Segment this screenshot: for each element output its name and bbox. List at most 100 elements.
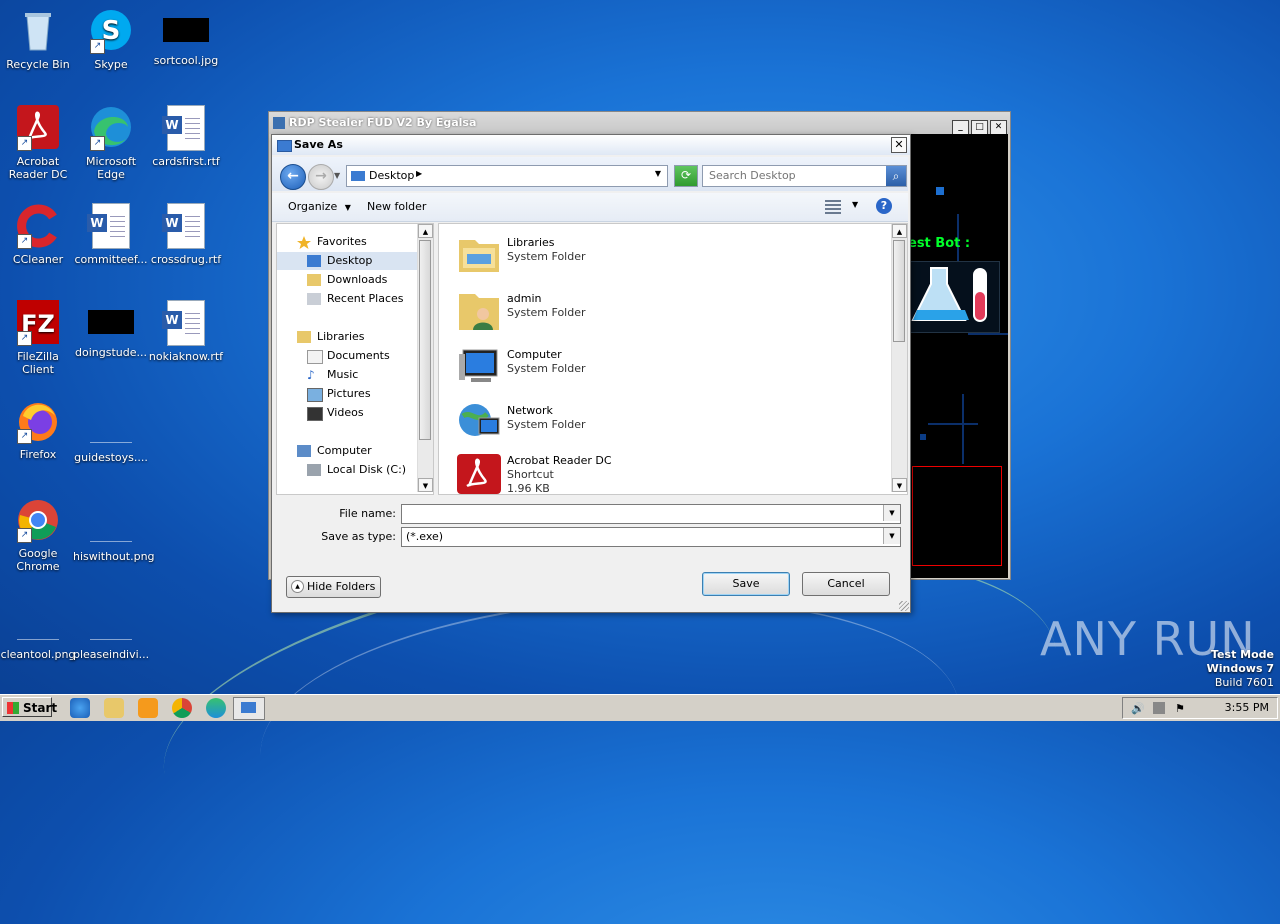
rdp-window-titlebar[interactable]: RDP Stealer FUD V2 By Egalsa _ □ ✕ <box>269 112 1010 136</box>
save-button[interactable]: Save <box>702 572 790 596</box>
desktop-icon-hiswithout[interactable]: hiswithout.png <box>73 497 155 563</box>
nav-item-local-disk[interactable]: Local Disk (C:) <box>277 461 417 479</box>
scroll-down-button[interactable]: ▼ <box>892 478 907 492</box>
desktop-icon-cardsfirst[interactable]: W cardsfirst.rtf <box>148 105 224 168</box>
desktop-icon-edge[interactable]: ↗ Microsoft Edge <box>73 105 149 181</box>
file-name-label: File name: <box>339 507 396 520</box>
search-icon[interactable]: ⌕ <box>886 166 906 186</box>
scroll-down-button[interactable]: ▼ <box>418 478 433 492</box>
desktop-icon-recycle-bin[interactable]: Recycle Bin <box>0 8 76 71</box>
file-item-computer[interactable]: Computer System Folder <box>453 342 873 394</box>
internet-explorer-icon[interactable] <box>70 698 90 718</box>
file-item-acrobat-shortcut[interactable]: Acrobat Reader DC Shortcut 1.96 KB <box>453 448 873 494</box>
back-button[interactable]: ← <box>280 164 306 190</box>
nav-item-music[interactable]: ♪ Music <box>277 366 417 384</box>
file-list-scrollbar[interactable]: ▲ ▼ <box>891 224 907 492</box>
scroll-up-button[interactable]: ▲ <box>418 224 433 238</box>
nav-item-pictures[interactable]: Pictures <box>277 385 417 403</box>
desktop-icon-filezilla[interactable]: FZ ↗ FileZilla Client <box>0 300 76 376</box>
ccleaner-icon: ↗ <box>15 203 61 249</box>
file-list[interactable]: Libraries System Folder admin System Fol… <box>438 223 908 495</box>
recent-locations-dropdown[interactable]: ▼ <box>334 171 340 180</box>
shortcut-arrow-icon: ↗ <box>17 331 32 346</box>
file-item-admin[interactable]: admin System Folder <box>453 286 873 338</box>
desktop-icon-crossdrug[interactable]: W crossdrug.rtf <box>148 203 224 266</box>
file-item-network[interactable]: Network System Folder <box>453 398 873 450</box>
help-icon[interactable]: ? <box>876 198 892 214</box>
cancel-button[interactable]: Cancel <box>802 572 890 596</box>
app-icon <box>273 117 285 129</box>
address-dropdown-icon[interactable]: ▼ <box>655 169 661 178</box>
network-tray-icon[interactable] <box>1153 702 1165 714</box>
start-button[interactable]: Start <box>2 697 57 717</box>
resize-grip[interactable] <box>899 601 909 611</box>
search-box[interactable]: ⌕ <box>702 165 907 187</box>
new-folder-button[interactable]: New folder <box>367 200 426 213</box>
clock[interactable]: 3:55 PM <box>1225 701 1269 714</box>
music-icon: ♪ <box>307 368 315 382</box>
desktop-icon-ccleaner[interactable]: ↗ CCleaner <box>0 203 76 266</box>
nav-item-computer[interactable]: Computer <box>277 442 417 460</box>
desktop-icon-cleantool[interactable]: cleantool.png <box>0 595 76 661</box>
save-as-dialog[interactable]: Save As ✕ ← → ▼ Desktop ▶ ▼ ⟳ ⌕ Organize… <box>271 134 911 613</box>
file-item-libraries[interactable]: Libraries System Folder <box>453 230 873 282</box>
hide-folders-button[interactable]: ▲ Hide Folders <box>286 576 382 598</box>
action-center-flag-icon[interactable]: ⚑ <box>1175 702 1187 715</box>
view-options-dropdown-icon[interactable]: ▼ <box>852 200 858 209</box>
dialog-close-button[interactable]: ✕ <box>891 137 907 153</box>
desktop-icon-guidestoys[interactable]: guidestoys.... <box>73 398 149 464</box>
explorer-folder-icon[interactable] <box>104 698 124 718</box>
desktop-icon-skype[interactable]: S ↗ Skype <box>73 8 149 71</box>
desktop-icon-firefox[interactable]: ↗ Firefox <box>0 398 76 461</box>
save-as-type-label: Save as type: <box>321 530 396 543</box>
forward-button[interactable]: → <box>308 164 334 190</box>
desktop-icon-committeef[interactable]: W committeef... <box>73 203 149 266</box>
dialog-toolbar: Organize ▼ New folder ▼ ? <box>272 193 908 222</box>
skype-icon: S ↗ <box>88 8 134 54</box>
recycle-bin-icon <box>15 8 61 54</box>
breadcrumb-arrow-icon[interactable]: ▶ <box>416 169 422 178</box>
nav-item-libraries[interactable]: Libraries <box>277 328 417 346</box>
nav-pane-scrollbar[interactable]: ▲ ▼ <box>417 224 433 492</box>
file-name-field[interactable]: ▼ <box>401 504 901 524</box>
scroll-up-button[interactable]: ▲ <box>892 224 907 238</box>
chrome-icon[interactable] <box>172 698 192 718</box>
word-document-icon: W <box>162 203 209 249</box>
organize-button[interactable]: Organize ▼ <box>288 200 351 213</box>
nav-item-desktop[interactable]: Desktop <box>277 252 417 270</box>
nav-item-recent-places[interactable]: Recent Places <box>277 290 417 308</box>
address-bar[interactable]: Desktop ▶ ▼ <box>346 165 668 187</box>
desktop-icon-pleaseindivi[interactable]: pleaseindivi... <box>73 595 149 661</box>
refresh-button[interactable]: ⟳ <box>674 165 698 187</box>
taskbar-app-rdp-stealer[interactable] <box>233 697 265 720</box>
navigation-pane[interactable]: Favorites Desktop Downloads Recent Place… <box>276 223 434 495</box>
chevron-down-icon[interactable]: ▼ <box>883 505 900 521</box>
drive-icon <box>307 464 321 476</box>
save-as-type-select[interactable]: (*.exe) ▼ <box>401 527 901 547</box>
desktop-icon-nokiaknow[interactable]: W nokiaknow.rtf <box>148 300 224 363</box>
nav-item-favorites[interactable]: Favorites <box>277 233 417 251</box>
scroll-thumb[interactable] <box>893 240 905 342</box>
computer-icon <box>297 445 311 457</box>
media-player-icon[interactable] <box>138 698 158 718</box>
speaker-icon[interactable]: 🔊 <box>1131 702 1145 715</box>
address-text: Desktop <box>369 169 415 182</box>
search-input[interactable] <box>707 168 883 183</box>
change-view-icon[interactable] <box>825 200 841 214</box>
desktop-icon-sortcool[interactable]: sortcool.jpg <box>148 8 224 67</box>
dialog-titlebar[interactable]: Save As ✕ <box>272 135 910 155</box>
shortcut-arrow-icon: ↗ <box>17 528 32 543</box>
desktop-icon-acrobat[interactable]: ↗ Acrobat Reader DC <box>0 105 76 181</box>
edge-icon[interactable] <box>206 698 226 718</box>
desktop-icon-doingstude[interactable]: doingstude... <box>73 300 149 359</box>
desktop-icon-chrome[interactable]: ↗ Google Chrome <box>0 497 76 573</box>
acrobat-icon <box>457 450 501 494</box>
shortcut-arrow-icon: ↗ <box>17 234 32 249</box>
nav-item-downloads[interactable]: Downloads <box>277 271 417 289</box>
nav-item-documents[interactable]: Documents <box>277 347 417 365</box>
scroll-thumb[interactable] <box>419 240 431 440</box>
videos-icon <box>307 407 323 421</box>
chevron-down-icon[interactable]: ▼ <box>883 528 900 544</box>
nav-item-videos[interactable]: Videos <box>277 404 417 422</box>
flask-icon <box>910 261 1000 333</box>
